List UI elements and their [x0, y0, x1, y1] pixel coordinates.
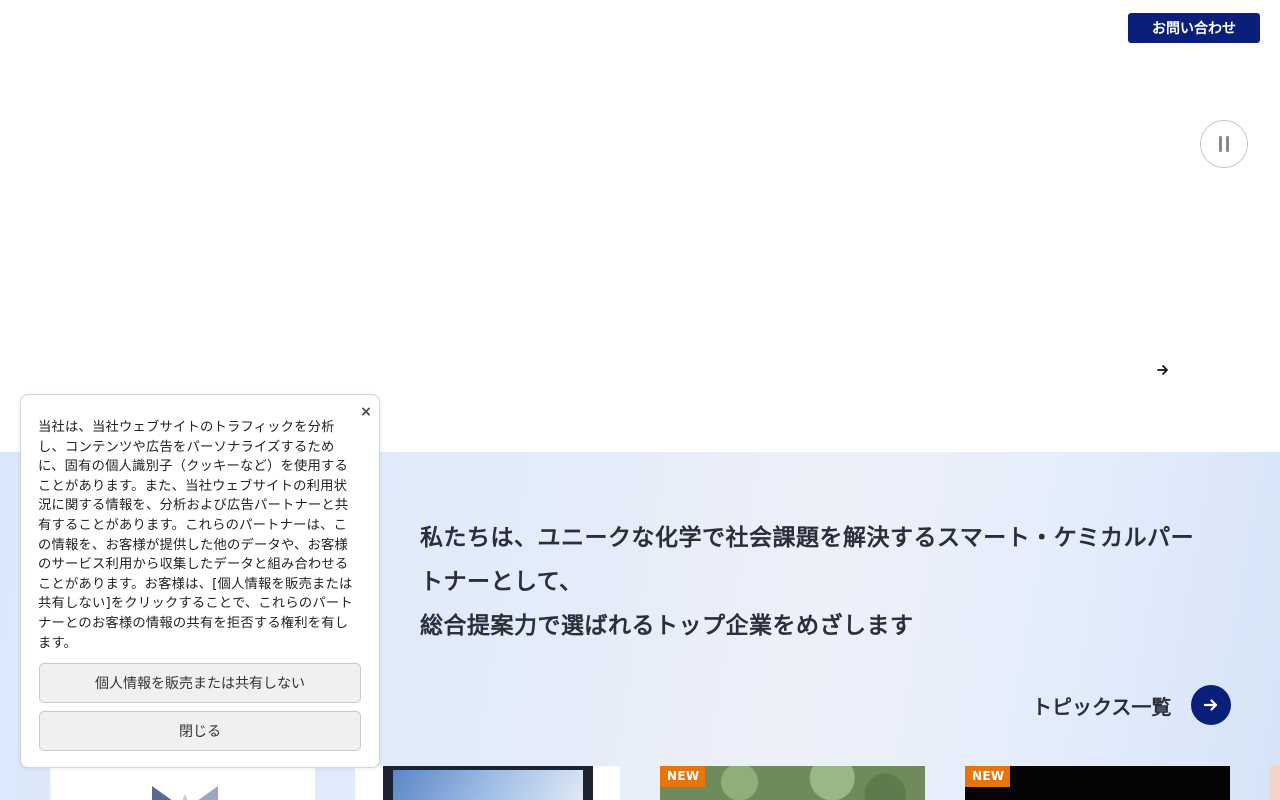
topic-card-partial[interactable] [1270, 766, 1280, 800]
hero-slider [0, 56, 1280, 452]
do-not-sell-button[interactable]: 個人情報を販売または共有しない [39, 663, 361, 703]
topics-list-label: トピックス一覧 [1032, 694, 1172, 719]
partial-card-edge [0, 772, 14, 792]
card-thumbnail [383, 766, 593, 800]
cookie-text-line: ことがあります。お客様は、[個人情報を販売または [38, 576, 353, 592]
slider-pause-button[interactable] [1200, 120, 1248, 168]
cookie-consent-text: 当社は、当社ウェブサイトのトラフィックを分析 し、コンテンツや広告をパーソナライ… [38, 418, 368, 653]
cookie-text-line: 共有しない]をクリックすることで、これらのパート [38, 596, 353, 612]
cookie-text-line: の情報を、お客様が提供した他のデータや、お客様 [38, 537, 349, 553]
arrow-right-icon [1157, 365, 1168, 375]
page: お問い合わせ 私たちは、ユニークな化学で社会課題を解決するスマート・ケミカルパー… [0, 0, 1280, 800]
arrow-right-icon [1204, 699, 1218, 711]
cookie-text-line: 況に関する情報を、分析および広告パートナーと共 [38, 498, 349, 514]
topic-card[interactable] [50, 766, 315, 800]
mission-line: トナーとして、 [420, 569, 583, 595]
topics-list-link[interactable]: トピックス一覧 [1032, 685, 1232, 725]
contact-button[interactable]: お問い合わせ [1128, 13, 1260, 43]
slider-next-button[interactable] [1153, 360, 1173, 380]
mission-statement: 私たちは、ユニークな化学で社会課題を解決するスマート・ケミカルパー トナーとして… [420, 516, 1240, 648]
cookie-text-line: 有することがあります。これらのパートナーは、こ [38, 517, 348, 533]
topic-card[interactable] [355, 766, 620, 800]
cookie-text-line: ます。 [38, 635, 78, 651]
mission-line: 私たちは、ユニークな化学で社会課題を解決するスマート・ケミカルパー [420, 525, 1195, 551]
cookie-text-line: に、固有の個人識別子（クッキーなど）を使用する [38, 459, 349, 475]
topic-card[interactable]: NEW [660, 766, 925, 800]
cookie-text-line: ナーとのお客様の情報の共有を拒否する権利を有し [38, 615, 349, 631]
mission-line: 総合提案力で選ばれるトップ企業をめざします [420, 613, 914, 639]
topic-card[interactable]: NEW [965, 766, 1230, 800]
pause-icon [1217, 136, 1231, 152]
cookie-text-line: し、コンテンツや広告をパーソナライズするため [38, 439, 335, 455]
card-thumbnail-logo [152, 786, 218, 800]
cookie-text-line: ことがあります。また、当社ウェブサイトの利用状 [38, 478, 348, 494]
cookie-text-line: のサービス利用から収集したデータと組み合わせる [38, 557, 349, 573]
cookie-text-line: 当社は、当社ウェブサイトのトラフィックを分析 [38, 420, 335, 435]
topics-arrow-button[interactable] [1191, 685, 1232, 725]
new-badge: NEW [965, 766, 1011, 787]
cookie-consent-dialog: × 当社は、当社ウェブサイトのトラフィックを分析 し、コンテンツや広告をパーソナ… [20, 394, 380, 768]
close-dialog-button[interactable]: 閉じる [39, 711, 361, 751]
new-badge: NEW [660, 766, 706, 787]
